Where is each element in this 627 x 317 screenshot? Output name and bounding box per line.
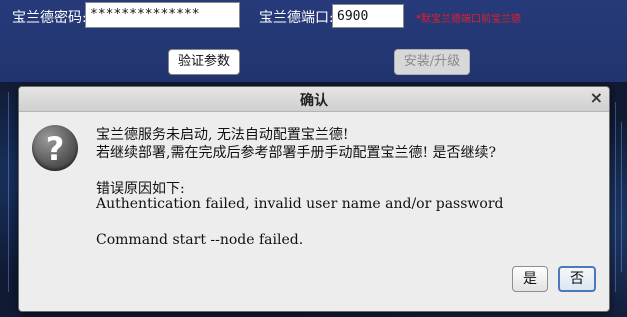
password-label: 宝兰德密码:: [12, 10, 87, 26]
no-button[interactable]: 否: [558, 266, 596, 292]
yes-button[interactable]: 是: [512, 266, 548, 292]
background-streak: [615, 102, 616, 292]
dialog-titlebar[interactable]: 确认 ×: [19, 87, 609, 112]
question-glyph: ?: [45, 130, 65, 168]
verify-button[interactable]: 验证参数: [168, 49, 240, 75]
error-detail-1: Authentication failed, invalid user name…: [96, 196, 504, 212]
config-panel: 宝兰德密码: ************** 宝兰德端口: 6900 *默宝兰德端…: [0, 0, 627, 82]
message-line-1: 宝兰德服务未启动, 无法自动配置宝兰德!: [96, 127, 349, 143]
install-upgrade-button[interactable]: 安装/升级: [394, 49, 470, 75]
close-icon[interactable]: ×: [590, 88, 603, 107]
password-field[interactable]: **************: [85, 2, 240, 28]
dialog-title: 确认: [300, 93, 328, 109]
background-streak: [8, 92, 9, 292]
port-field[interactable]: 6900: [332, 4, 404, 28]
question-icon: ?: [32, 125, 78, 171]
confirm-dialog: 确认 × ? 宝兰德服务未启动, 无法自动配置宝兰德! 若继续部署,需在完成后参…: [18, 86, 610, 312]
background-streak: [621, 122, 622, 272]
error-heading: 错误原因如下:: [96, 181, 185, 197]
error-detail-2: Command start --node failed.: [96, 232, 304, 248]
message-line-2: 若继续部署,需在完成后参考部署手册手动配置宝兰德! 是否继续?: [96, 145, 497, 161]
port-label: 宝兰德端口:: [259, 10, 334, 26]
port-hint: *默宝兰德端口前宝兰德: [416, 14, 521, 25]
